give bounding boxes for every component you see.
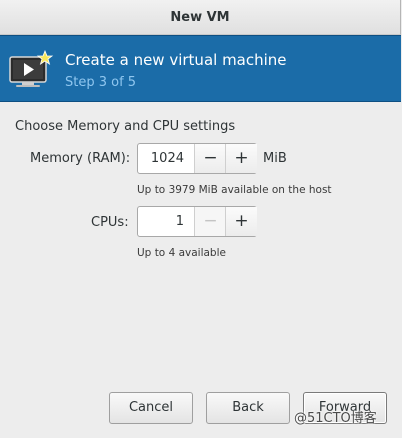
memory-unit: MiB <box>263 151 287 166</box>
memory-value-input[interactable]: 1024 <box>138 144 192 173</box>
watermark-text: @51CTO博客 <box>294 411 377 426</box>
cpus-label: CPUs: <box>91 215 129 230</box>
cpus-spinbutton: 1 − + <box>137 206 257 237</box>
new-vm-dialog: New VM Create a new virtual machine Step… <box>0 0 402 438</box>
memory-hint: Up to 3979 MiB available on the host <box>137 184 332 196</box>
cpus-decrement-button[interactable]: − <box>194 207 226 236</box>
memory-label: Memory (RAM): <box>30 151 131 166</box>
back-button[interactable]: Back <box>206 392 290 424</box>
memory-decrement-button[interactable]: − <box>194 144 226 173</box>
wizard-header: Create a new virtual machine Step 3 of 5 <box>0 35 401 102</box>
cpus-value-input[interactable]: 1 <box>138 207 192 236</box>
cpus-hint: Up to 4 available <box>137 247 226 259</box>
wizard-step: Step 3 of 5 <box>65 75 137 90</box>
section-title: Choose Memory and CPU settings <box>15 119 236 134</box>
title-bar[interactable]: New VM <box>0 0 401 35</box>
cancel-button[interactable]: Cancel <box>109 392 193 424</box>
window-title: New VM <box>170 10 230 25</box>
memory-spinbutton: 1024 − + <box>137 143 257 174</box>
memory-increment-button[interactable]: + <box>225 144 257 173</box>
wizard-title: Create a new virtual machine <box>65 51 287 69</box>
vm-monitor-icon <box>9 50 54 87</box>
cpus-increment-button[interactable]: + <box>225 207 257 236</box>
